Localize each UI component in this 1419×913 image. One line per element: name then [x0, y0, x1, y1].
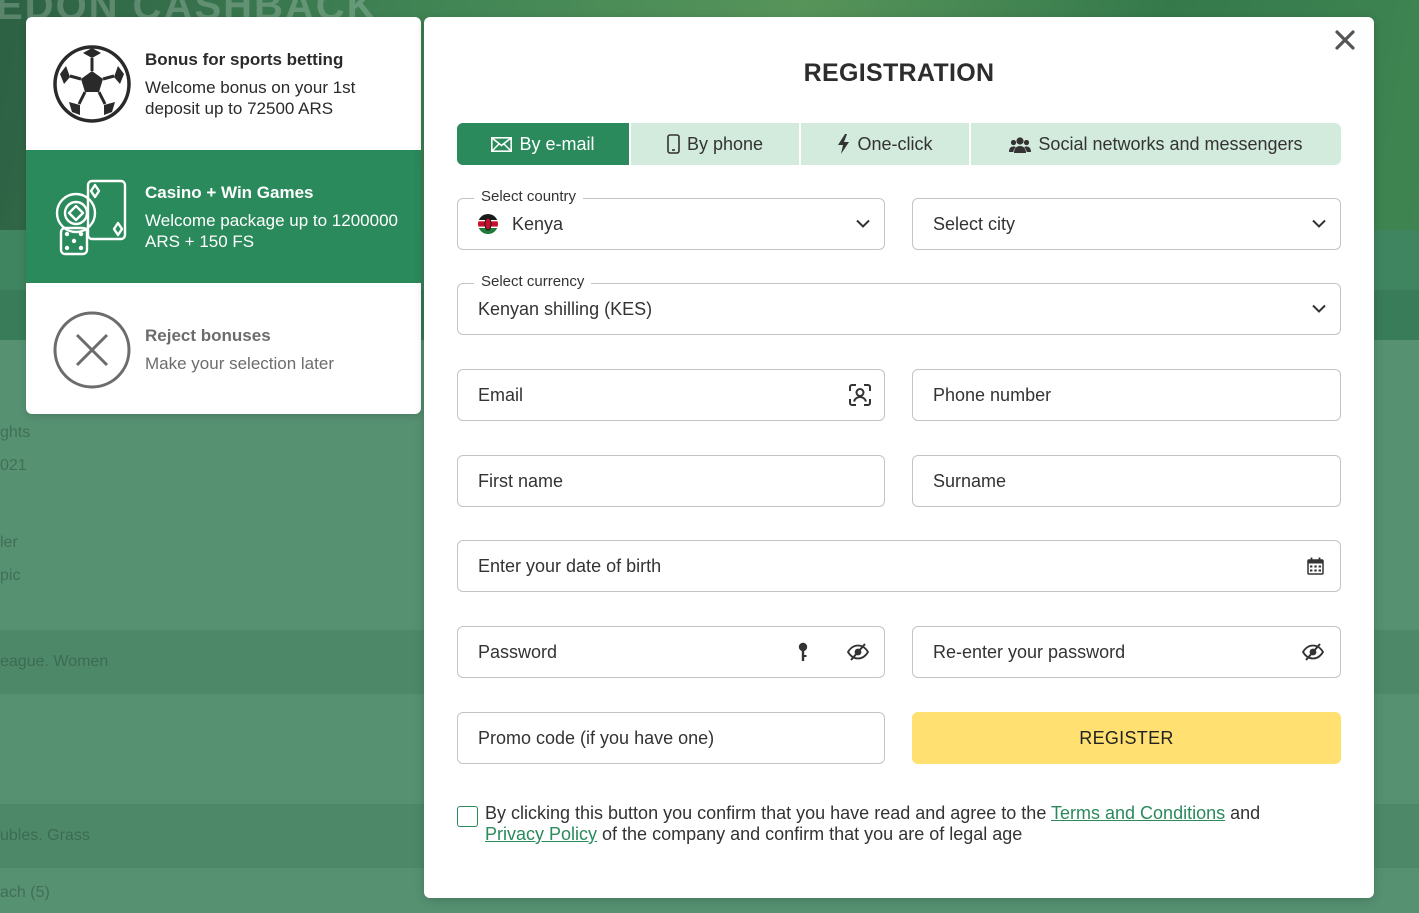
date-of-birth-field[interactable]: Enter your date of birth — [457, 540, 1341, 592]
promo-code-field[interactable]: Promo code (if you have one) — [457, 712, 885, 764]
chevron-down-icon — [1312, 304, 1326, 313]
registration-method-tabs: By e-mail By phone One-click Social netw… — [457, 123, 1341, 165]
bonus-title: Casino + Win Games — [145, 182, 314, 202]
promo-code-placeholder: Promo code (if you have one) — [478, 727, 715, 748]
country-select[interactable]: Select country Kenya — [457, 187, 885, 250]
bonus-description: Make your selection later — [145, 354, 334, 373]
tab-one-click[interactable]: One-click — [801, 123, 971, 165]
country-select-label: Select country — [474, 187, 584, 207]
close-button[interactable] — [1332, 27, 1358, 53]
close-icon — [1335, 30, 1355, 50]
consent-text: By clicking this button you confirm that… — [457, 803, 1341, 845]
first-name-field[interactable]: First name — [457, 455, 885, 507]
chevron-down-icon — [856, 219, 870, 228]
currency-select[interactable]: Select currency Kenyan shilling (KES) — [457, 272, 1341, 335]
consent-text-start: By clicking this button you confirm that… — [485, 803, 1052, 823]
date-of-birth-placeholder: Enter your date of birth — [478, 555, 662, 576]
registration-modal: REGISTRATION By e-mail By phone One-clic… — [424, 17, 1374, 898]
consent-checkbox[interactable] — [457, 806, 478, 827]
confirm-password-placeholder: Re-enter your password — [933, 641, 1126, 662]
users-icon — [1009, 136, 1032, 153]
bonus-title: Reject bonuses — [145, 326, 271, 345]
bonus-text: Casino + Win Games Welcome package up to… — [145, 182, 401, 252]
confirm-password-field[interactable]: Re-enter your password — [912, 626, 1341, 678]
tab-label: One-click — [857, 133, 933, 154]
reject-x-icon — [53, 311, 131, 388]
modal-title: REGISTRATION — [803, 59, 995, 87]
chevron-down-icon — [1312, 219, 1326, 228]
bonus-panel: Bonus for sports betting Welcome bonus o… — [26, 17, 421, 414]
city-select[interactable]: Select city — [912, 198, 1341, 250]
tab-by-email[interactable]: By e-mail — [457, 123, 631, 165]
phone-number-field[interactable]: Phone number — [912, 369, 1341, 421]
password-placeholder: Password — [478, 641, 558, 662]
soccer-ball-icon — [53, 44, 131, 123]
currency-select-value: Kenyan shilling (KES) — [478, 298, 653, 319]
bonus-option-reject[interactable]: Reject bonuses Make your selection later — [26, 283, 421, 414]
tab-label: By phone — [686, 133, 764, 154]
kenya-flag-icon — [478, 214, 498, 234]
email-placeholder: Email — [478, 384, 524, 405]
password-field[interactable]: Password — [457, 626, 885, 678]
surname-field[interactable]: Surname — [912, 455, 1341, 507]
casino-cards-dice-icon — [55, 179, 127, 255]
calendar-icon[interactable] — [1307, 557, 1324, 575]
tab-by-phone[interactable]: By phone — [631, 123, 801, 165]
bonus-option-casino[interactable]: Casino + Win Games Welcome package up to… — [26, 150, 421, 283]
consent-row: By clicking this button you confirm that… — [457, 803, 1341, 845]
lightning-icon — [838, 134, 850, 154]
bonus-description: Welcome bonus on your 1st deposit up to … — [145, 77, 356, 118]
email-field[interactable]: Email — [457, 369, 885, 421]
consent-text-middle: and — [1225, 803, 1261, 823]
bonus-text: Reject bonuses Make your selection later — [145, 325, 401, 374]
city-select-placeholder: Select city — [933, 213, 1016, 234]
phone-number-placeholder: Phone number — [933, 384, 1052, 405]
surname-placeholder: Surname — [933, 470, 1007, 491]
key-icon[interactable] — [798, 642, 808, 662]
phone-icon — [667, 134, 680, 154]
bonus-text: Bonus for sports betting Welcome bonus o… — [145, 49, 401, 119]
bonus-description: Welcome package up to 1200000 ARS + 150 … — [145, 210, 398, 251]
country-select-value: Kenya — [512, 213, 564, 234]
tab-social-networks[interactable]: Social networks and messengers — [971, 123, 1341, 165]
eye-hidden-icon[interactable] — [1302, 643, 1324, 661]
envelope-icon — [491, 136, 513, 152]
currency-select-label: Select currency — [474, 272, 592, 292]
register-button[interactable]: REGISTER — [912, 712, 1341, 764]
bonus-title: Bonus for sports betting — [145, 49, 344, 69]
eye-hidden-icon[interactable] — [847, 643, 869, 661]
bonus-option-sports[interactable]: Bonus for sports betting Welcome bonus o… — [26, 17, 421, 150]
tab-label: Social networks and messengers — [1038, 133, 1303, 154]
privacy-policy-link[interactable]: Privacy Policy — [485, 824, 597, 844]
tab-label: By e-mail — [519, 133, 595, 154]
first-name-placeholder: First name — [478, 470, 564, 491]
user-scan-icon[interactable] — [848, 383, 872, 407]
terms-and-conditions-link[interactable]: Terms and Conditions — [1051, 803, 1225, 823]
consent-text-end: of the company and confirm that you are … — [597, 824, 1023, 844]
